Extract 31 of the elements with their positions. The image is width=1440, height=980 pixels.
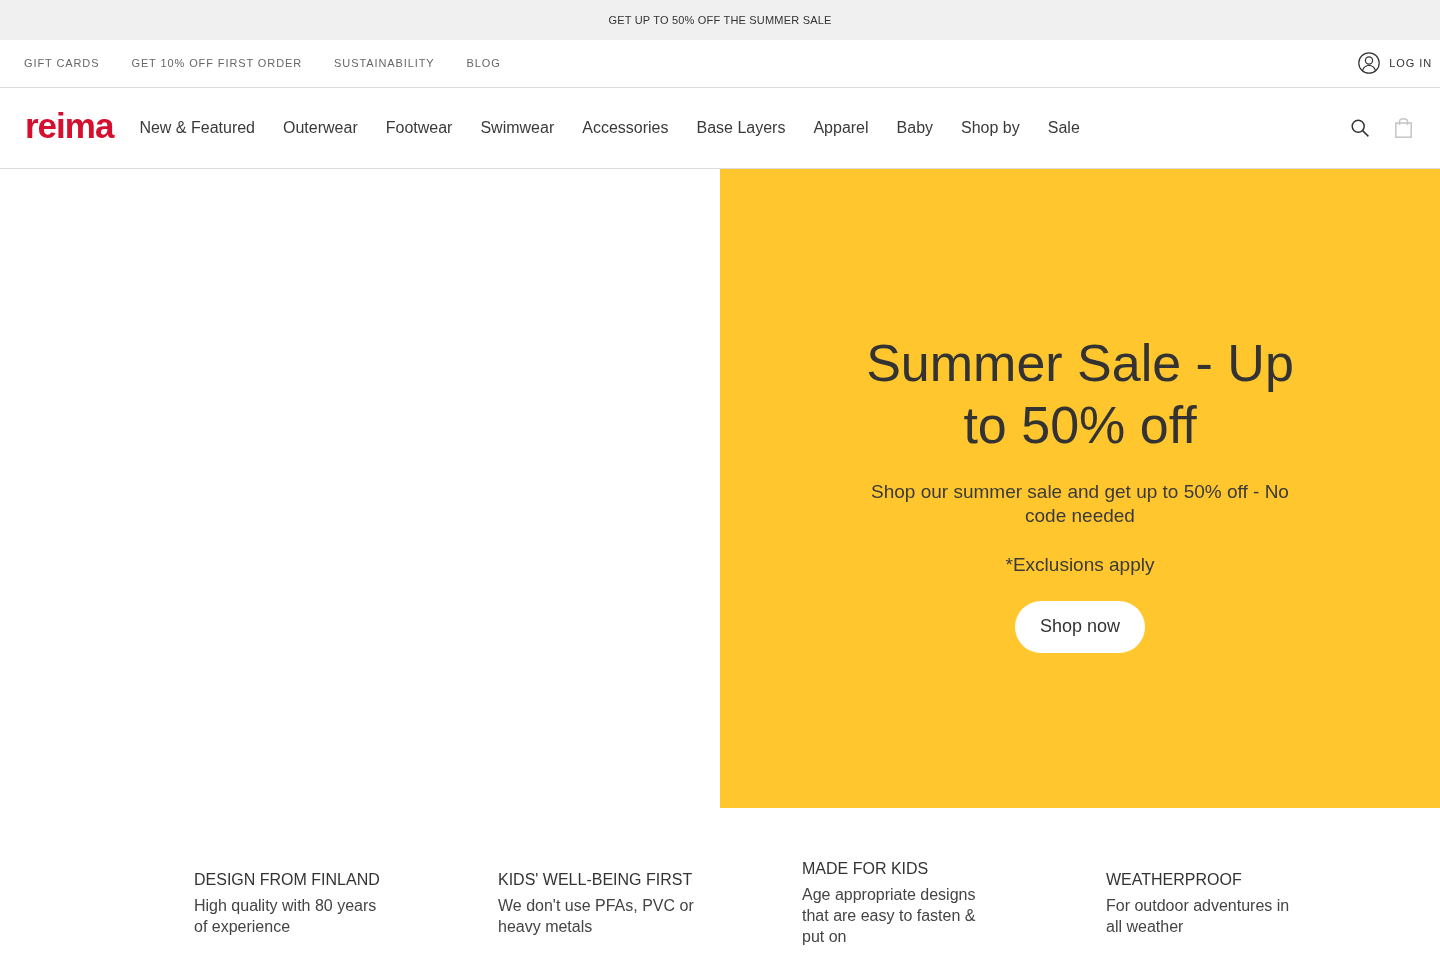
user-icon [1358, 52, 1381, 75]
nav-link[interactable]: Outerwear [283, 118, 358, 137]
nav-link[interactable]: Base Layers [696, 118, 786, 137]
feature-text: High quality with 80 years of experience [194, 895, 378, 937]
nav-link[interactable]: Apparel [813, 118, 869, 137]
feature-title: WEATHERPROOF [1106, 869, 1243, 890]
nav-link[interactable]: Accessories [582, 118, 669, 137]
shop-now-button[interactable]: Shop now [1014, 601, 1146, 653]
nav-link[interactable]: Shop by [961, 118, 1020, 137]
feature-text: For outdoor adventures in all weather [1106, 895, 1291, 937]
brand-logo[interactable]: reima [25, 108, 114, 144]
utility-link[interactable]: GET 10% OFF FIRST ORDER [131, 57, 303, 70]
feature-text: Age appropriate designs that are easy to fasten & put on [802, 885, 977, 948]
announcement-text: GET UP TO 50% OFF THE SUMMER SALE [608, 13, 832, 26]
search-icon[interactable] [1351, 118, 1369, 137]
nav-link[interactable]: Swimwear [480, 118, 555, 137]
nav-link[interactable]: Baby [896, 118, 934, 137]
nav-link[interactable]: Footwear [385, 118, 453, 137]
utility-link[interactable]: GIFT CARDS [24, 57, 100, 70]
utility-link[interactable]: SUSTAINABILITY [334, 57, 435, 70]
feature-text: We don't use PFAs, PVC or heavy metals [498, 895, 695, 937]
nav-link[interactable]: Sale [1047, 118, 1080, 137]
login-link[interactable]: LOG IN [1358, 52, 1432, 75]
hero-description: Shop our summer sale and get up to 50% off - No code needed [870, 480, 1290, 528]
feature-title: MADE FOR KIDS [802, 859, 930, 880]
hero-note: *Exclusions apply [1005, 553, 1155, 577]
utility-link[interactable]: BLOG [466, 57, 501, 70]
feature-title: DESIGN FROM FINLAND [194, 869, 381, 890]
feature-title: KIDS' WELL-BEING FIRST [498, 869, 694, 890]
hero-title: Summer Sale - Up to 50% off [865, 333, 1295, 456]
nav-link[interactable]: New & Featured [139, 118, 255, 137]
